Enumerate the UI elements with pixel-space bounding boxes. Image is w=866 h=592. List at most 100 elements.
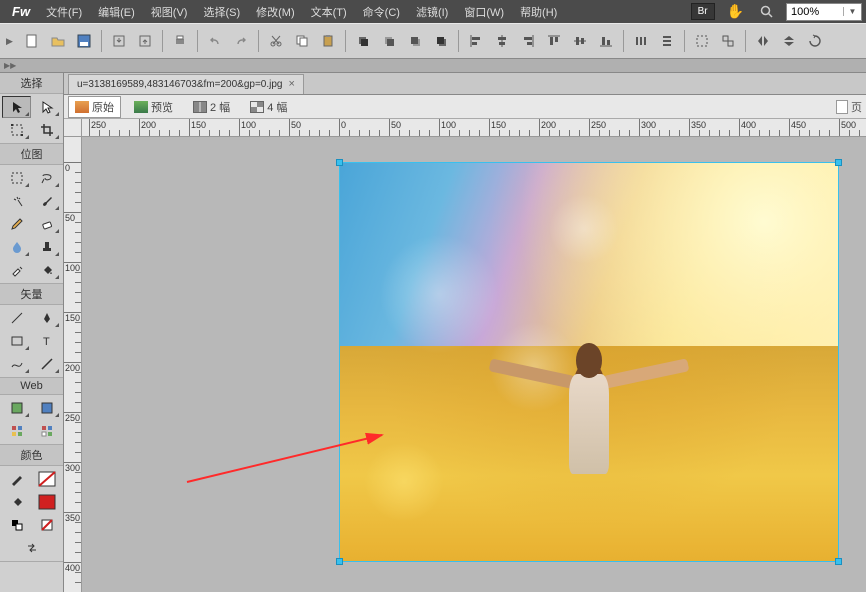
tool-pen[interactable] (32, 307, 61, 329)
tool-stroke-color[interactable] (2, 468, 31, 490)
canvas-view[interactable] (82, 137, 866, 592)
tool-scale[interactable] (2, 119, 31, 141)
tools-section-bitmap: 位图 (0, 144, 63, 165)
tb-new[interactable] (20, 29, 44, 53)
tool-blur[interactable] (2, 236, 31, 258)
tb-redo[interactable] (229, 29, 253, 53)
tool-eyedropper[interactable] (2, 259, 31, 281)
tools-section-color: 颜色 (0, 445, 63, 466)
menu-select[interactable]: 选择(S) (195, 1, 248, 23)
tool-eraser[interactable] (32, 213, 61, 235)
menu-view[interactable]: 视图(V) (143, 1, 196, 23)
tb-group[interactable] (690, 29, 714, 53)
tool-rect-slice[interactable] (2, 397, 31, 419)
tool-pencil[interactable] (2, 213, 31, 235)
view-mode-bar: 原始 预览 2 幅 4 幅 页 (64, 95, 866, 119)
tb-align-left[interactable] (464, 29, 488, 53)
main-toolbar: ▶ (0, 23, 866, 59)
tool-default-colors[interactable] (2, 514, 31, 536)
tool-pointer[interactable] (2, 96, 31, 118)
tool-brush[interactable] (32, 190, 61, 212)
four-up-icon (250, 101, 264, 113)
fill-swatch[interactable] (32, 491, 61, 513)
tool-knife[interactable] (32, 353, 61, 375)
zoom-dropdown-icon[interactable]: ▼ (843, 7, 861, 16)
panels-toggle-bar[interactable]: ▶▶ (0, 59, 866, 73)
bridge-button[interactable]: Br (691, 3, 715, 20)
hand-icon[interactable]: ✋ (723, 3, 748, 20)
tool-crop[interactable] (32, 119, 61, 141)
tool-swap-colors[interactable] (2, 537, 61, 559)
tb-save[interactable] (72, 29, 96, 53)
tools-section-web: Web (0, 378, 63, 395)
menu-file[interactable]: 文件(F) (38, 1, 90, 23)
menu-modify[interactable]: 修改(M) (248, 1, 303, 23)
tool-fill-color[interactable] (2, 491, 31, 513)
tb-align-top[interactable] (542, 29, 566, 53)
tb-bring-front[interactable] (351, 29, 375, 53)
tb-flip-h[interactable] (751, 29, 775, 53)
tb-export[interactable] (133, 29, 157, 53)
tb-bring-forward[interactable] (377, 29, 401, 53)
menu-text[interactable]: 文本(T) (303, 1, 355, 23)
tb-align-center-h[interactable] (568, 29, 592, 53)
document-tab-close-icon[interactable]: × (288, 78, 294, 90)
two-up-icon (193, 101, 207, 113)
tool-text[interactable]: T (32, 330, 61, 352)
tool-show-slice[interactable] (32, 420, 61, 442)
tb-align-bottom[interactable] (594, 29, 618, 53)
menu-commands[interactable]: 命令(C) (355, 1, 408, 23)
tool-no-color[interactable] (32, 514, 61, 536)
tb-send-back[interactable] (429, 29, 453, 53)
tb-rotate[interactable] (803, 29, 827, 53)
view-2up[interactable]: 2 幅 (186, 96, 237, 118)
ruler-vertical[interactable]: 050100150200250300350400 (64, 137, 82, 592)
tb-open[interactable] (46, 29, 70, 53)
zoom-value[interactable]: 100% (787, 6, 843, 18)
toolbar-expand-icon[interactable]: ▶ (6, 36, 18, 47)
tool-stamp[interactable] (32, 236, 61, 258)
tb-send-backward[interactable] (403, 29, 427, 53)
tool-poly-slice[interactable] (32, 397, 61, 419)
tb-distribute-v[interactable] (655, 29, 679, 53)
search-icon[interactable] (756, 5, 778, 19)
tb-ungroup[interactable] (716, 29, 740, 53)
tool-lasso[interactable] (32, 167, 61, 189)
tools-section-select: 选择 (0, 73, 63, 94)
view-original[interactable]: 原始 (68, 96, 121, 118)
tools-panel: 选择 位图 矢量 (0, 73, 64, 592)
view-preview[interactable]: 预览 (127, 96, 180, 118)
view-4up[interactable]: 4 幅 (243, 96, 294, 118)
stroke-swatch[interactable] (32, 468, 61, 490)
ruler-horizontal[interactable]: 2502001501005005010015020025030035040045… (82, 119, 866, 137)
tool-hide-slice[interactable] (2, 420, 31, 442)
menu-window[interactable]: 窗口(W) (456, 1, 512, 23)
tb-flip-v[interactable] (777, 29, 801, 53)
tb-print[interactable] (168, 29, 192, 53)
tool-freeform[interactable] (2, 353, 31, 375)
tb-paste[interactable] (316, 29, 340, 53)
tool-bucket[interactable] (32, 259, 61, 281)
menu-bar: Fw 文件(F) 编辑(E) 视图(V) 选择(S) 修改(M) 文本(T) 命… (0, 0, 866, 23)
tool-marquee[interactable] (2, 167, 31, 189)
tb-cut[interactable] (264, 29, 288, 53)
document-tab[interactable]: u=3138169589,483146703&fm=200&gp=0.jpg × (68, 74, 304, 94)
original-icon (75, 101, 89, 113)
tb-align-right[interactable] (516, 29, 540, 53)
tb-align-center-v[interactable] (490, 29, 514, 53)
tool-line[interactable] (2, 307, 31, 329)
tool-rect[interactable] (2, 330, 31, 352)
tb-import[interactable] (107, 29, 131, 53)
tb-copy[interactable] (290, 29, 314, 53)
document-image[interactable] (339, 162, 839, 562)
canvas-wrap: 2502001501005005010015020025030035040045… (64, 119, 866, 592)
menu-filters[interactable]: 滤镜(I) (408, 1, 456, 23)
tool-subselect[interactable] (32, 96, 61, 118)
menu-help[interactable]: 帮助(H) (512, 1, 565, 23)
tb-undo[interactable] (203, 29, 227, 53)
menu-edit[interactable]: 编辑(E) (90, 1, 143, 23)
tool-wand[interactable] (2, 190, 31, 212)
page-indicator[interactable]: 页 (836, 99, 862, 115)
tb-distribute-h[interactable] (629, 29, 653, 53)
zoom-combo[interactable]: 100% ▼ (786, 3, 862, 21)
